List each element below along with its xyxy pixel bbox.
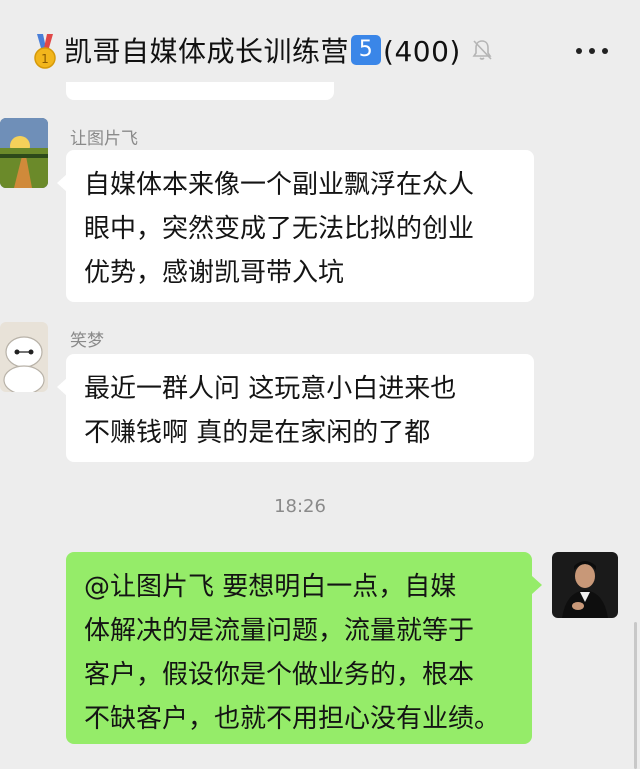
my-avatar[interactable] [552, 552, 618, 618]
avatar[interactable] [0, 322, 48, 392]
message-line: 眼中，突然变成了无法比拟的创业 [84, 214, 475, 244]
my-message-bubble[interactable]: @让图片飞 要想明白一点，自媒 体解决的是流量问题，流量就等于 客户，假设你是个… [66, 552, 542, 744]
message-line: 最近一群人问 这玩意小白进来也 [84, 374, 457, 404]
message-line: 不缺客户，也就不用担心没有业绩。 [84, 704, 501, 734]
message-line: 客户，假设你是个做业务的，根本 [84, 660, 475, 690]
sender-name: 笑梦 [70, 331, 104, 351]
member-count: (400) [383, 35, 461, 68]
message-line: @让图片飞 要想明白一点，自媒 [84, 572, 457, 602]
svg-text:1: 1 [41, 52, 49, 66]
message-line: 体解决的是流量问题，流量就等于 [84, 616, 475, 646]
message-bubble[interactable]: 自媒体本来像一个副业飘浮在众人 眼中，突然变成了无法比拟的创业 优势，感谢凯哥带… [57, 150, 534, 302]
sender-name: 让图片飞 [70, 129, 138, 149]
message-timestamp: 18:26 [274, 496, 326, 517]
gold-medal-icon: 1 [34, 34, 56, 69]
more-dots-icon[interactable] [574, 46, 610, 56]
avatar[interactable] [0, 118, 48, 188]
partial-message-bubble [66, 82, 334, 100]
scrollbar[interactable] [634, 622, 637, 769]
message-line: 优势，感谢凯哥带入坑 [84, 258, 345, 288]
group-name: 凯哥自媒体成长训练营 [64, 35, 350, 68]
number-badge: 5 [351, 35, 382, 65]
message-line: 不赚钱啊 真的是在家闲的了都 [84, 418, 431, 448]
message-line: 自媒体本来像一个副业飘浮在众人 [84, 170, 475, 200]
message-bubble[interactable]: 最近一群人问 这玩意小白进来也 不赚钱啊 真的是在家闲的了都 [57, 354, 534, 462]
bell-muted-icon [472, 40, 492, 60]
chat-title[interactable]: 凯哥自媒体成长训练营 5 (400) [64, 30, 461, 74]
